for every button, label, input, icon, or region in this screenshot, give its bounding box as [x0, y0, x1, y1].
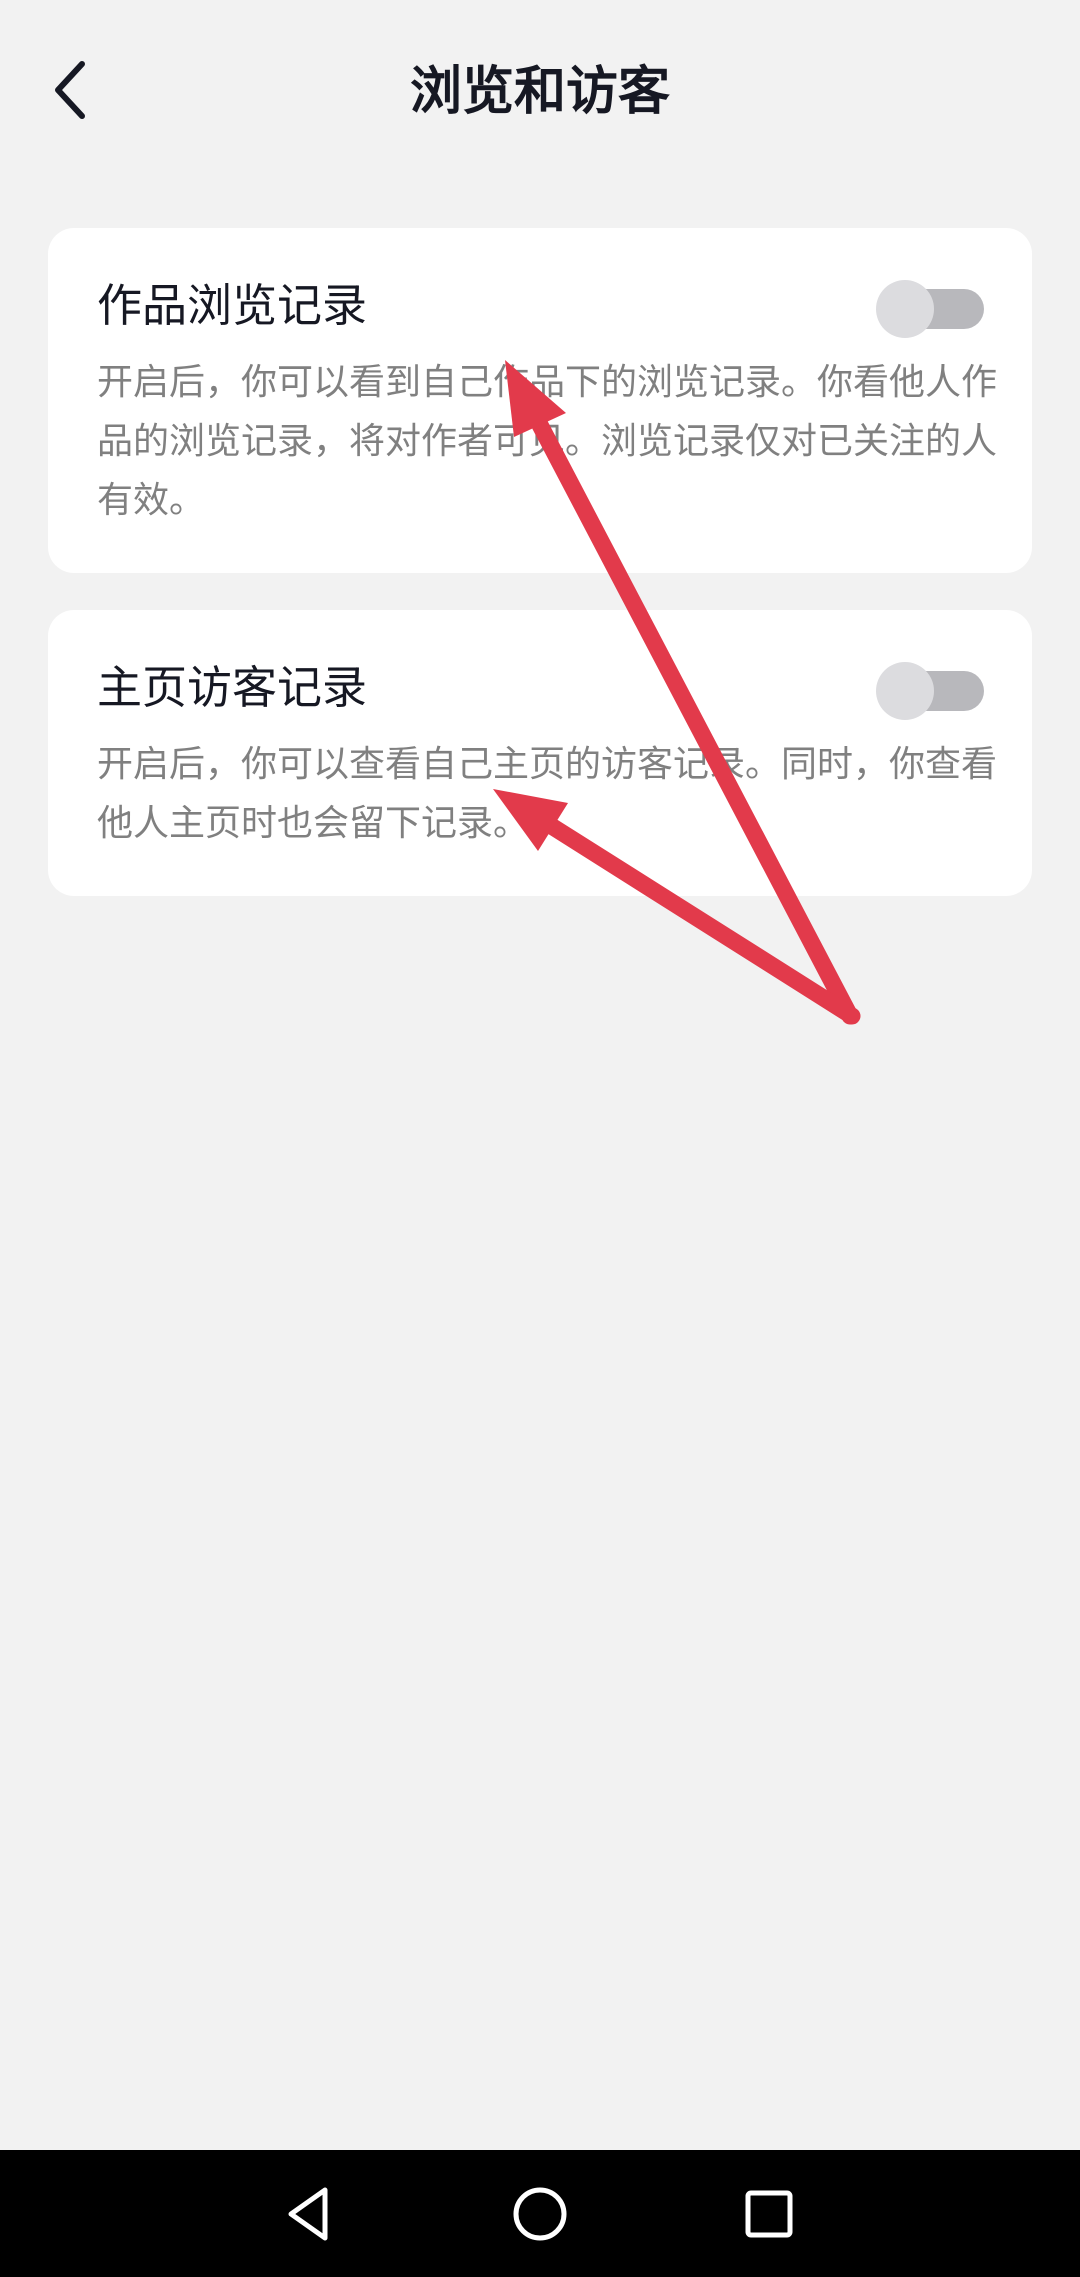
toggle-knob [876, 280, 934, 338]
setting-card-work-views: 作品浏览记录 开启后，你可以看到自己作品下的浏览记录。你看他人作品的浏览记录，将… [48, 228, 1032, 573]
square-recents-icon [745, 2190, 793, 2238]
nav-home-button[interactable] [495, 2172, 585, 2256]
page-title: 浏览和访客 [409, 62, 670, 122]
setting-card-profile-visitors: 主页访客记录 开启后，你可以查看自己主页的访客记录。同时，你查看他人主页时也会留… [48, 610, 1032, 896]
setting-description: 开启后，你可以看到自己作品下的浏览记录。你看他人作品的浏览记录，将对作者可见。浏… [97, 362, 998, 521]
nav-back-button[interactable] [264, 2172, 354, 2256]
circle-home-icon [513, 2187, 567, 2241]
work-views-toggle[interactable] [876, 280, 984, 338]
setting-description: 开启后，你可以查看自己主页的访客记录。同时，你查看他人主页时也会留下记录。 [97, 744, 998, 844]
profile-visitors-toggle[interactable] [876, 662, 984, 720]
setting-title: 主页访客记录 [97, 661, 368, 714]
setting-title: 作品浏览记录 [97, 279, 368, 332]
toggle-knob [876, 662, 934, 720]
triangle-back-icon [288, 2187, 328, 2241]
nav-recents-button[interactable] [724, 2172, 814, 2256]
system-navigation-bar [0, 2150, 1080, 2277]
top-app-bar: 浏览和访客 [0, 0, 1080, 180]
